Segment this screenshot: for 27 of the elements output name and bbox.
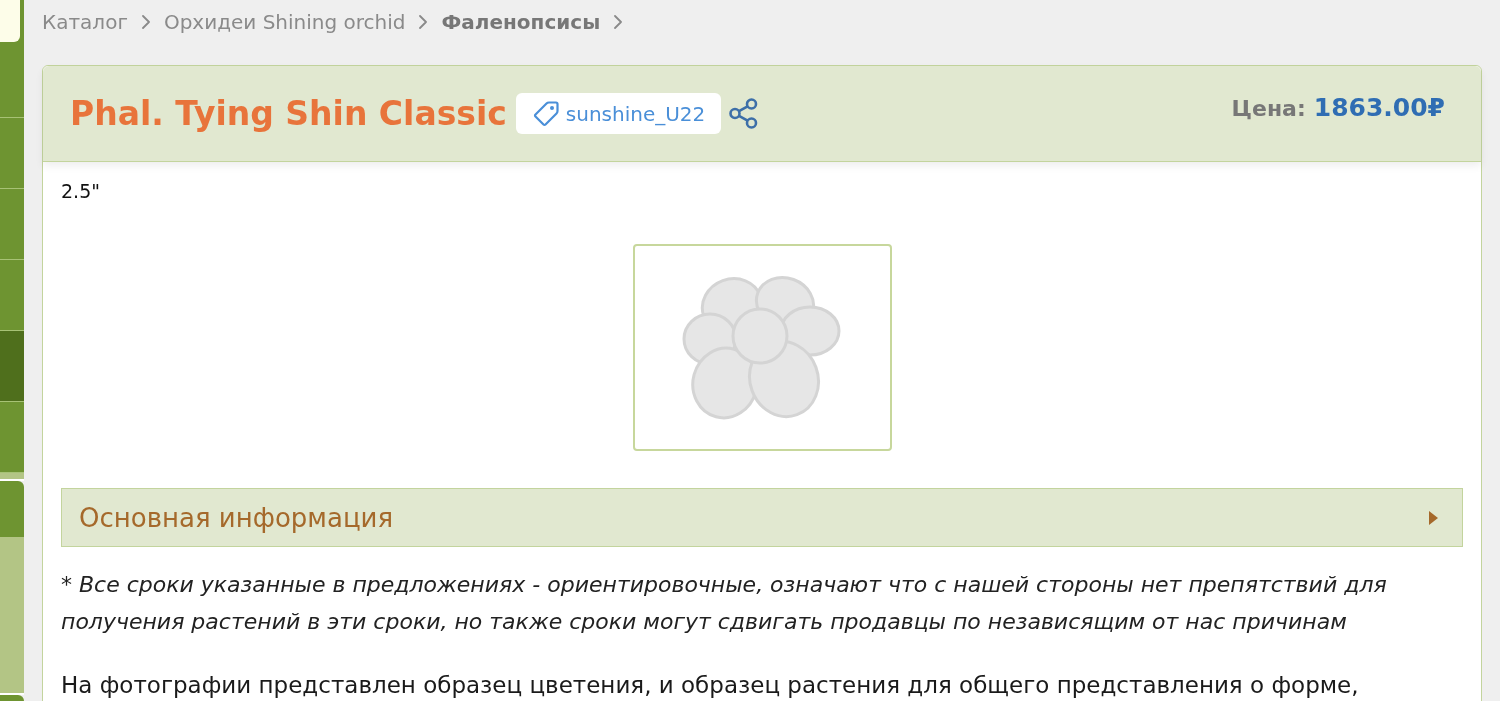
- sidebar-item[interactable]: [0, 481, 24, 537]
- price-label: Цена:: [1231, 96, 1306, 121]
- sidebar-item[interactable]: [0, 189, 24, 260]
- breadcrumb-link[interactable]: Каталог: [42, 10, 128, 34]
- chevron-right-icon: [614, 15, 623, 29]
- size-text: 2.5": [61, 179, 101, 203]
- sidebar-note: [0, 0, 20, 42]
- share-icon[interactable]: [729, 98, 759, 129]
- section-title: Основная информация: [79, 502, 394, 533]
- section-header[interactable]: Основная информация: [61, 488, 1463, 547]
- chevron-right-icon: [141, 15, 150, 29]
- breadcrumb-link[interactable]: Орхидеи Shining orchid: [163, 10, 406, 34]
- chevron-right-icon: [419, 15, 428, 29]
- disclaimer-text: * Все сроки указанные в предложениях - ориентировочные, означают что с нашей стороны нет препятствий для получения растений в эти сроки, но также сроки могут сдвигать продавцы по независящим от нас причинам: [61, 571, 1388, 636]
- tag-icon: [532, 100, 560, 127]
- sidebar-item[interactable]: [0, 402, 24, 473]
- sidebar-item[interactable]: [0, 260, 24, 331]
- price-value: 1863.00₽: [1313, 93, 1445, 122]
- flower-icon: [682, 274, 842, 421]
- sidebar-item[interactable]: [0, 118, 24, 189]
- product-title: Phal. Tying Shin Classic: [70, 94, 507, 133]
- description-text: На фотографии представлен образец цветения, и образец растения для общего представления о форме,: [61, 671, 1360, 700]
- sidebar-item[interactable]: [0, 47, 24, 118]
- breadcrumb-link[interactable]: Фаленопсисы: [441, 10, 601, 34]
- sidebar-strip: [0, 473, 24, 481]
- tag-link[interactable]: sunshine_U22: [515, 93, 722, 134]
- sidebar-item[interactable]: [0, 331, 24, 402]
